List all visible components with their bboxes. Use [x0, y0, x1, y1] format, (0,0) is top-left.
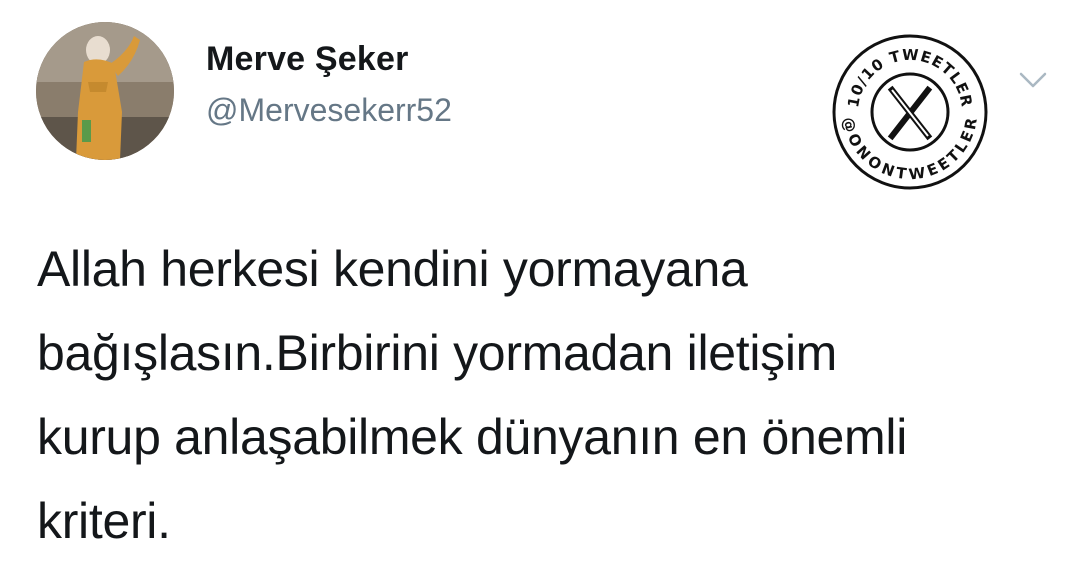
x-logo-icon: 10/10 TWEETLER @ONONTWEETLER: [832, 34, 988, 190]
tweet-line: bağışlasın.Birbirini yormadan iletişim: [37, 325, 838, 381]
display-name[interactable]: Merve Şeker: [206, 40, 409, 79]
chevron-down-icon[interactable]: [1018, 70, 1048, 90]
tweet-text: Allah herkesi kendini yormayana bağışlas…: [37, 227, 1047, 563]
tweet-line: Allah herkesi kendini yormayana: [37, 241, 748, 297]
avatar-photo: [36, 22, 174, 160]
tweet-line: kriteri.: [37, 493, 171, 549]
tweet-line: kurup anlaşabilmek dünyanın en önemli: [37, 409, 908, 465]
avatar[interactable]: [36, 22, 174, 160]
tweet-card: Merve Şeker @Mervesekerr52 10/10 TWEETLE…: [0, 0, 1070, 573]
user-handle[interactable]: @Mervesekerr52: [206, 92, 452, 129]
